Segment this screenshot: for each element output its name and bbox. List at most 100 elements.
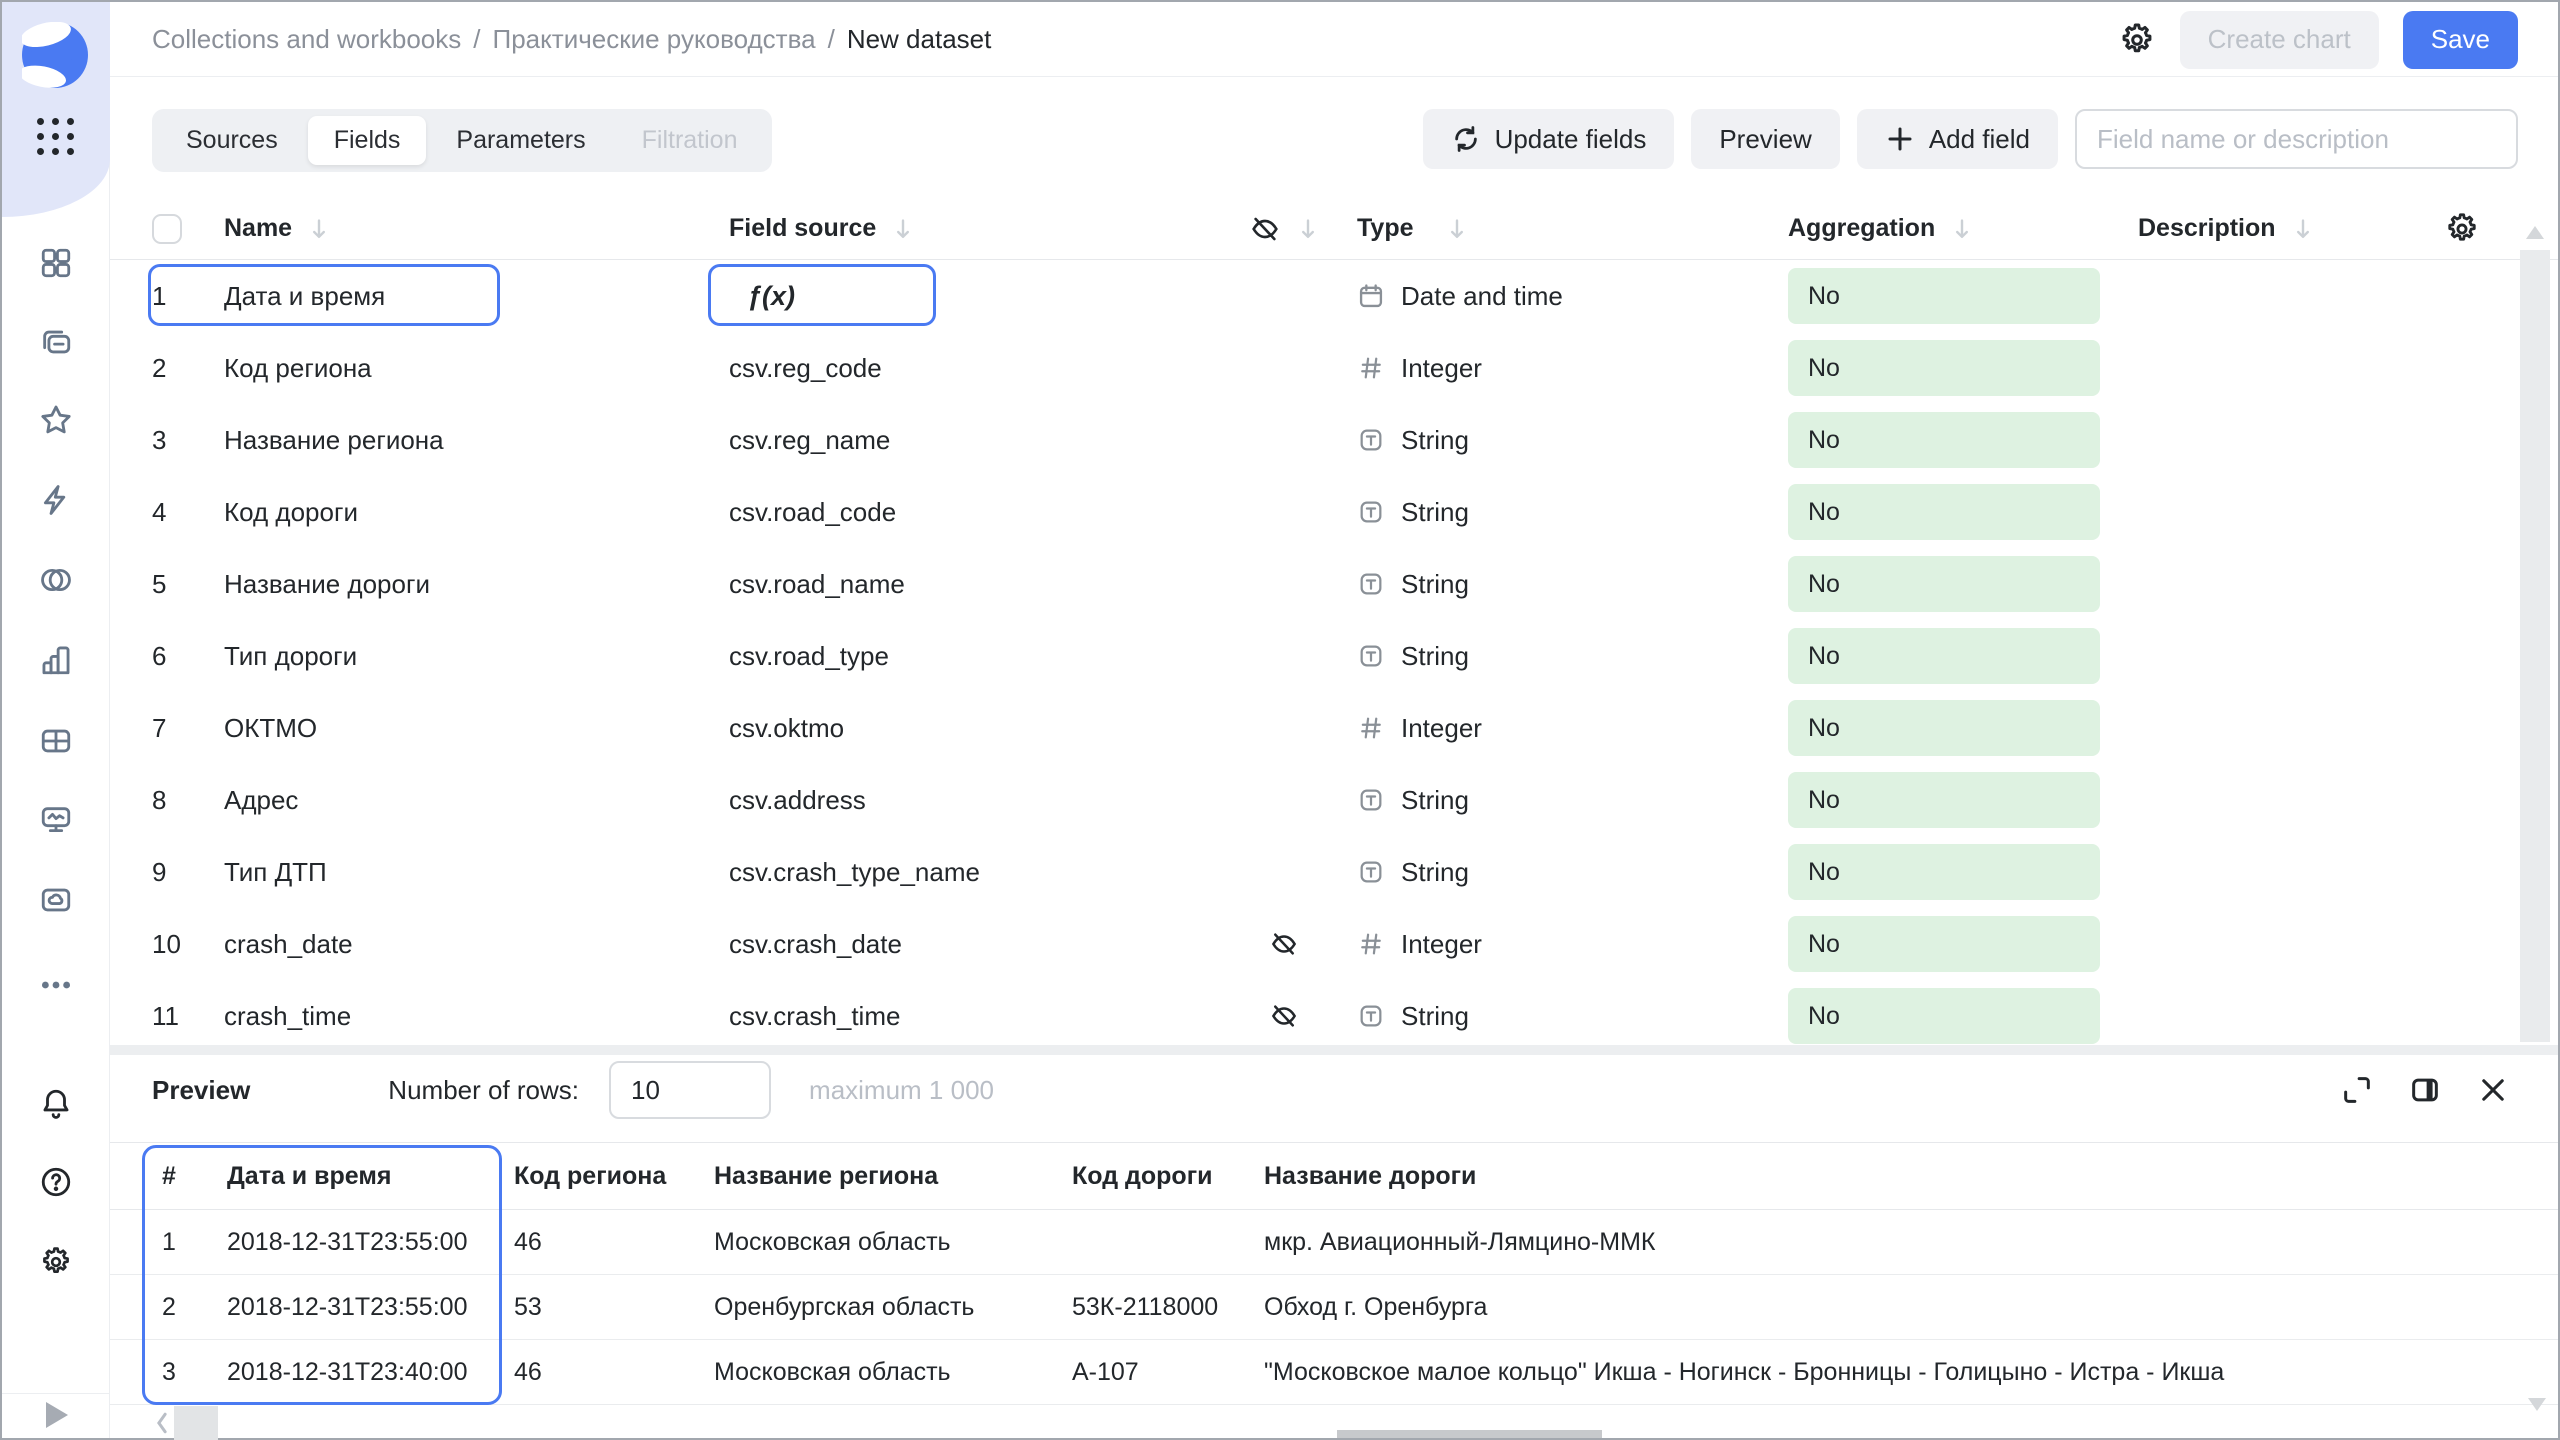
save-button[interactable]: Save — [2403, 11, 2518, 69]
create-chart-button[interactable]: Create chart — [2180, 11, 2379, 69]
field-type-label: String — [1401, 857, 1469, 888]
breadcrumb-collections[interactable]: Collections and workbooks — [152, 24, 461, 55]
play-icon[interactable] — [46, 1402, 68, 1428]
field-type[interactable]: String — [1334, 425, 1764, 456]
field-type[interactable]: Integer — [1334, 929, 1764, 960]
aggregation-select[interactable]: No — [1788, 556, 2100, 612]
field-aggregation: No — [1764, 484, 2114, 540]
aggregation-select[interactable]: No — [1788, 412, 2100, 468]
chart-icon[interactable] — [39, 643, 73, 677]
bell-icon[interactable] — [39, 1087, 73, 1121]
page-horizontal-scrollbar[interactable] — [1337, 1430, 1602, 1438]
connections-icon[interactable] — [39, 563, 73, 597]
datalens-logo[interactable] — [22, 22, 88, 88]
type-column-label: Type — [1357, 214, 1414, 243]
refresh-icon — [1451, 124, 1481, 154]
field-row-number: 10 — [152, 929, 224, 960]
help-icon[interactable] — [39, 1165, 73, 1199]
fields-vertical-scrollbar[interactable] — [2520, 250, 2550, 1042]
preview-row: 22018-12-31T23:55:0053Оренбургская облас… — [110, 1275, 2558, 1340]
update-fields-button[interactable]: Update fields — [1423, 109, 1675, 169]
lightning-icon[interactable] — [39, 483, 73, 517]
field-type[interactable]: String — [1334, 857, 1764, 888]
scroll-left-arrow[interactable] — [152, 1408, 172, 1438]
field-name[interactable]: Адрес — [224, 785, 729, 816]
preview-button[interactable]: Preview — [1691, 109, 1839, 169]
field-type[interactable]: String — [1334, 1001, 1764, 1032]
gear-icon[interactable] — [39, 1245, 73, 1279]
collections-icon[interactable] — [39, 325, 73, 359]
tab-sources[interactable]: Sources — [160, 116, 304, 165]
field-row: 10crash_datecsv.crash_dateIntegerNo — [110, 908, 2558, 980]
add-field-button[interactable]: Add field — [1857, 109, 2058, 169]
grid-icon[interactable] — [39, 246, 73, 280]
field-source: csv.reg_code — [729, 353, 1234, 384]
field-name[interactable]: Код региона — [224, 353, 729, 384]
expand-preview-icon[interactable] — [2340, 1073, 2374, 1107]
field-name[interactable]: Тип дороги — [224, 641, 729, 672]
field-source: csv.road_code — [729, 497, 1234, 528]
column-header-aggregation[interactable]: Aggregation — [1764, 214, 2114, 243]
aggregation-select[interactable]: No — [1788, 844, 2100, 900]
field-name[interactable]: Дата и время — [224, 281, 729, 312]
field-search-input[interactable] — [2097, 124, 2496, 155]
column-header-type[interactable]: Type — [1334, 214, 1764, 243]
tab-fields[interactable]: Fields — [308, 116, 427, 165]
field-type[interactable]: Integer — [1334, 713, 1764, 744]
formula-icon[interactable]: ƒ(x) — [747, 281, 795, 311]
scroll-down-arrow[interactable] — [2528, 1398, 2546, 1411]
close-preview-icon[interactable] — [2476, 1073, 2510, 1107]
column-header-name[interactable]: Name — [224, 214, 729, 243]
field-row-number: 3 — [152, 425, 224, 456]
column-header-visibility[interactable] — [1234, 213, 1334, 245]
aggregation-select[interactable]: No — [1788, 700, 2100, 756]
field-type[interactable]: Date and time — [1334, 281, 1764, 312]
monitoring-icon[interactable] — [39, 803, 73, 837]
aggregation-select[interactable]: No — [1788, 916, 2100, 972]
field-type[interactable]: String — [1334, 569, 1764, 600]
field-name[interactable]: crash_time — [224, 1001, 729, 1032]
ellipsis-icon[interactable] — [39, 968, 73, 1002]
tab-parameters[interactable]: Parameters — [430, 116, 611, 165]
string-icon — [1357, 642, 1385, 670]
breadcrumb-workbook[interactable]: Практические руководства — [493, 24, 816, 55]
horizontal-scrollbar-thumb[interactable] — [174, 1406, 218, 1440]
aggregation-select[interactable]: No — [1788, 772, 2100, 828]
aggregation-select[interactable]: No — [1788, 988, 2100, 1044]
field-aggregation: No — [1764, 556, 2114, 612]
field-type[interactable]: String — [1334, 497, 1764, 528]
eye-crossed-icon[interactable] — [1269, 1001, 1299, 1031]
scroll-up-arrow[interactable] — [2526, 226, 2544, 239]
field-name[interactable]: Код дороги — [224, 497, 729, 528]
aggregation-select[interactable]: No — [1788, 340, 2100, 396]
preview-header: Preview Number of rows: maximum 1 000 — [110, 1055, 2558, 1125]
breadcrumb-current: New dataset — [847, 24, 992, 55]
field-name[interactable]: ОКТМО — [224, 713, 729, 744]
field-source[interactable]: ƒ(x) — [729, 281, 1234, 312]
field-name[interactable]: Название региона — [224, 425, 729, 456]
field-name[interactable]: crash_date — [224, 929, 729, 960]
cloud-folder-icon[interactable] — [39, 883, 73, 917]
aggregation-select[interactable]: No — [1788, 628, 2100, 684]
aggregation-select[interactable]: No — [1788, 268, 2100, 324]
column-header-source[interactable]: Field source — [729, 214, 1234, 243]
eye-crossed-icon[interactable] — [1269, 929, 1299, 959]
field-name[interactable]: Название дороги — [224, 569, 729, 600]
preview-divider[interactable] — [110, 1045, 2558, 1055]
apps-menu-icon[interactable] — [37, 118, 75, 156]
settings-gear-icon[interactable] — [2118, 21, 2156, 59]
field-type[interactable]: Integer — [1334, 353, 1764, 384]
aggregation-select[interactable]: No — [1788, 484, 2100, 540]
preview-cell: А-107 — [1072, 1358, 1264, 1387]
column-header-description[interactable]: Description — [2114, 214, 2414, 243]
field-name[interactable]: Тип ДТП — [224, 857, 729, 888]
favorites-icon[interactable] — [39, 403, 73, 437]
split-view-icon[interactable] — [2408, 1073, 2442, 1107]
field-type[interactable]: String — [1334, 641, 1764, 672]
tab-filtration[interactable]: Filtration — [616, 116, 764, 165]
rows-count-input[interactable] — [609, 1061, 771, 1119]
select-all-checkbox[interactable] — [152, 214, 182, 244]
table-icon[interactable] — [39, 724, 73, 758]
table-settings-gear-icon[interactable] — [2444, 211, 2480, 247]
field-type[interactable]: String — [1334, 785, 1764, 816]
